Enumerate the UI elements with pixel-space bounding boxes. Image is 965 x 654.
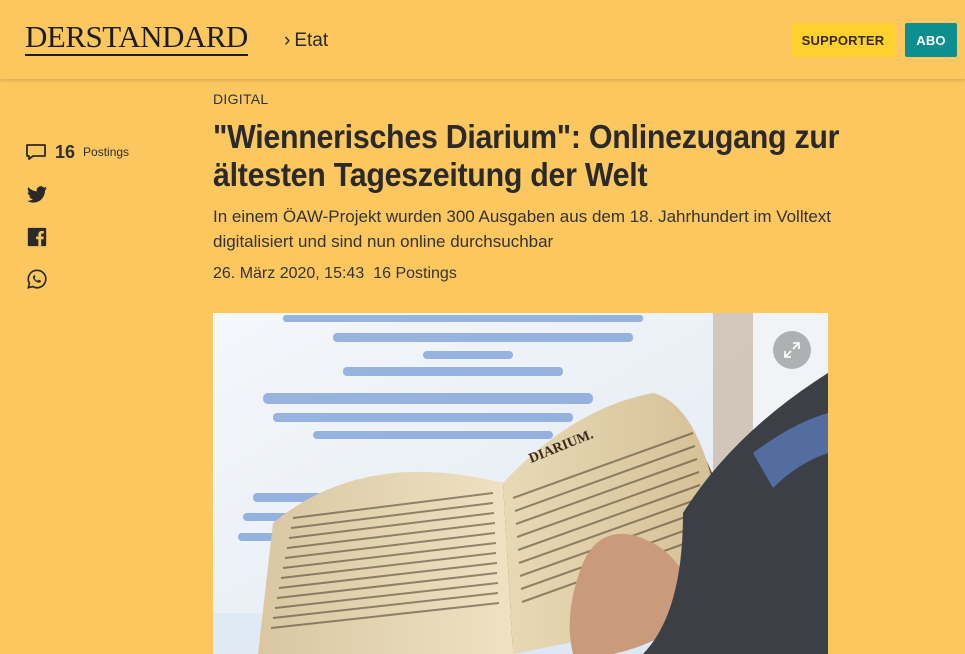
share-sidebar: 16 Postings — [25, 140, 175, 290]
article-image[interactable]: DIARIUM. — [213, 313, 828, 654]
whatsapp-icon[interactable] — [25, 268, 49, 290]
postings-label: Postings — [83, 145, 130, 159]
article-lead: In einem ÖAW-Projekt wurden 300 Ausgaben… — [213, 207, 832, 251]
article-postings-link[interactable]: 16 Postings — [373, 265, 457, 283]
site-header: DERSTANDARD › Etat SUPPORTER ABO — [0, 0, 965, 79]
book-photo: DIARIUM. — [213, 313, 828, 654]
breadcrumb-section-link[interactable]: Etat — [294, 30, 328, 52]
breadcrumb-separator: › — [284, 30, 291, 51]
postings-link[interactable]: 16 Postings — [25, 140, 175, 164]
article-date: 26. März 2020, 15:43 — [213, 265, 365, 282]
twitter-icon[interactable] — [25, 184, 49, 206]
postings-count: 16 — [55, 141, 76, 162]
supporter-button[interactable]: SUPPORTER — [791, 23, 895, 57]
facebook-icon[interactable] — [25, 226, 49, 248]
expand-icon — [784, 342, 800, 358]
breadcrumb: › Etat — [284, 30, 328, 52]
comment-icon — [26, 144, 46, 160]
article-meta: 26. März 2020, 15:43 16 Postings — [213, 265, 457, 283]
expand-image-button[interactable] — [773, 331, 811, 369]
abo-button[interactable]: ABO — [905, 23, 957, 57]
site-logo[interactable]: DERSTANDARD — [25, 20, 248, 56]
article-title: "Wiennerisches Diarium": Onlinezugang zu… — [213, 118, 840, 193]
article-kicker[interactable]: DIGITAL — [213, 91, 269, 107]
